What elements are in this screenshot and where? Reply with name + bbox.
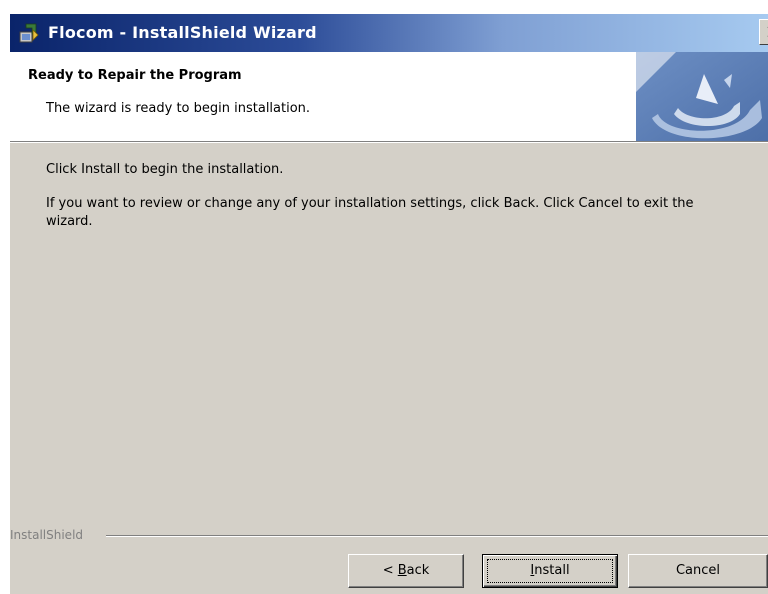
page-subtitle: The wizard is ready to begin installatio…	[46, 101, 311, 116]
cancel-label: Cancel	[675, 563, 721, 578]
title-bar[interactable]: Flocom - InstallShield Wizard ✕	[10, 14, 768, 52]
back-button[interactable]: < Back	[348, 554, 464, 588]
review-text: If you want to review or change any of y…	[46, 196, 694, 229]
install-rest: nstall	[534, 563, 570, 578]
installshield-wizard-window: Flocom - InstallShield Wizard ✕ Ready to…	[10, 14, 768, 594]
close-button[interactable]: ✕	[759, 19, 768, 45]
back-prefix: <	[382, 563, 398, 578]
cancel-button[interactable]: Cancel	[628, 554, 768, 588]
brand-label: InstallShield	[10, 528, 84, 542]
back-accel: B	[397, 563, 407, 578]
installshield-logo-graphic	[636, 52, 768, 141]
instruction-text: Click Install to begin the installation.	[46, 162, 284, 177]
window-title: Flocom - InstallShield Wizard	[48, 23, 317, 42]
back-rest: ack	[406, 563, 430, 578]
install-button[interactable]: Install	[482, 554, 618, 588]
brand-divider	[106, 535, 768, 537]
page-title: Ready to Repair the Program	[28, 68, 242, 83]
wizard-header: Ready to Repair the Program The wizard i…	[10, 52, 768, 142]
installer-icon	[19, 23, 39, 43]
installshield-branding: InstallShield	[10, 528, 768, 544]
